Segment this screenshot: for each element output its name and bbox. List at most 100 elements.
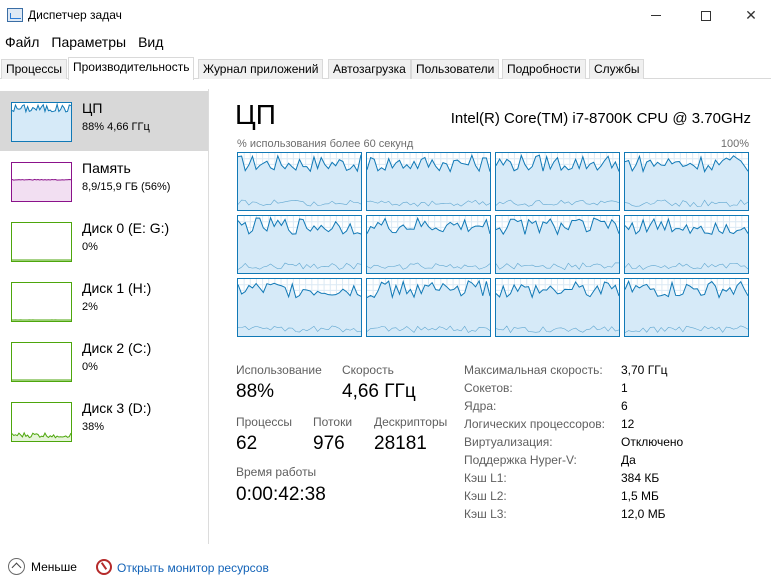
- usage-area: [12, 104, 71, 141]
- thumbnail-trace: [12, 103, 71, 141]
- menu-options[interactable]: Параметры: [46, 31, 133, 55]
- sidebar-item-value: 0%: [82, 361, 98, 373]
- thumbnail-trace: [12, 259, 71, 261]
- info-key-l1-cache: Кэш L1:: [464, 471, 507, 485]
- info-key-hyper-v: Поддержка Hyper-V:: [464, 453, 577, 467]
- info-key-l2-cache: Кэш L2:: [464, 489, 507, 503]
- close-button[interactable]: ✕: [728, 0, 771, 31]
- logical-processor-graph: [237, 152, 362, 211]
- cpu-usage-trace: [496, 279, 619, 336]
- info-key-virtualization: Виртуализация:: [464, 435, 553, 449]
- cpu-model-name: Intel(R) Core(TM) i7-8700K CPU @ 3.70GHz: [450, 110, 751, 127]
- info-value-virtualization: Отключено: [621, 435, 684, 449]
- sidebar-item-cpu[interactable]: ЦП 88% 4,66 ГГц: [0, 91, 208, 151]
- thumbnail-trace: [12, 379, 71, 381]
- sidebar-item-value: 38%: [82, 421, 105, 433]
- minimize-button[interactable]: [633, 0, 679, 31]
- cpu-usage-trace: [238, 279, 361, 336]
- disk-thumbnail-graph: [11, 342, 72, 382]
- handles-value: 28181: [374, 433, 427, 454]
- sidebar-item-value: 2%: [82, 301, 98, 313]
- memory-thumbnail-graph: [11, 162, 72, 202]
- cpu-usage-trace: [496, 216, 619, 273]
- resource-sidebar: ЦП 88% 4,66 ГГц Память 8,9/15,9 ГБ (56%)…: [0, 89, 209, 544]
- cpu-usage-trace: [367, 279, 490, 336]
- tab-users[interactable]: Пользователи: [411, 59, 500, 79]
- maximize-button[interactable]: [683, 0, 729, 31]
- usage-label: Использование: [236, 363, 322, 377]
- cpu-usage-trace: [625, 279, 748, 336]
- info-key-l3-cache: Кэш L3:: [464, 507, 507, 521]
- uptime-label: Время работы: [236, 465, 317, 479]
- sidebar-item-label: Память: [82, 160, 131, 176]
- uptime-value: 0:00:42:38: [236, 484, 326, 505]
- sidebar-item-label: Диск 0 (E: G:): [82, 220, 170, 236]
- open-resource-monitor-link[interactable]: Открыть монитор ресурсов: [117, 561, 269, 575]
- sidebar-item-disk-1[interactable]: Диск 1 (H:) 2%: [0, 271, 208, 331]
- thumbnail-trace: [12, 431, 71, 441]
- usage-area: [12, 179, 71, 201]
- logical-processor-graph: [495, 152, 620, 211]
- tab-services[interactable]: Службы: [589, 59, 645, 79]
- sidebar-item-value: 88% 4,66 ГГц: [82, 121, 150, 133]
- close-icon: ✕: [745, 7, 757, 23]
- cpu-usage-trace: [238, 153, 361, 210]
- threads-label: Потоки: [313, 415, 353, 429]
- footer: Меньше Открыть монитор ресурсов: [0, 552, 771, 584]
- processes-label: Процессы: [236, 415, 293, 429]
- info-value-logical-processors: 12: [621, 417, 635, 431]
- menu-view[interactable]: Вид: [133, 31, 170, 55]
- disk-thumbnail-graph: [11, 402, 72, 442]
- sidebar-item-label: Диск 3 (D:): [82, 400, 152, 416]
- menu-bar: Файл Параметры Вид: [0, 31, 771, 55]
- cpu-usage-trace: [625, 216, 748, 273]
- usage-line: [12, 178, 71, 181]
- minimize-icon: [651, 15, 661, 16]
- logical-processor-graph: [366, 215, 491, 274]
- speed-label: Скорость: [342, 363, 394, 377]
- info-value-l2-cache: 1,5 МБ: [621, 489, 659, 503]
- chevron-up-icon[interactable]: [8, 558, 25, 575]
- graph-caption: % использования более 60 секунд: [237, 138, 414, 150]
- logical-processor-graphs[interactable]: [237, 152, 749, 338]
- logical-processor-graph: [495, 278, 620, 337]
- fewer-details-button[interactable]: Меньше: [31, 560, 77, 574]
- tab-processes[interactable]: Процессы: [1, 59, 68, 79]
- info-value-hyper-v: Да: [621, 453, 636, 467]
- logical-processor-graph: [624, 278, 749, 337]
- sidebar-item-value: 0%: [82, 241, 98, 253]
- task-manager-icon: [7, 8, 23, 22]
- cpu-usage-trace: [367, 216, 490, 273]
- threads-value: 976: [313, 433, 345, 454]
- sidebar-item-label: Диск 2 (C:): [82, 340, 152, 356]
- sidebar-item-label: ЦП: [82, 100, 103, 116]
- logical-processor-graph: [237, 215, 362, 274]
- logical-processor-graph: [495, 215, 620, 274]
- logical-processor-graph: [366, 278, 491, 337]
- info-key-logical-processors: Логических процессоров:: [464, 417, 605, 431]
- thumbnail-trace: [12, 319, 71, 321]
- speed-value: 4,66 ГГц: [342, 381, 416, 402]
- logical-processor-graph: [366, 152, 491, 211]
- sidebar-item-disk-0[interactable]: Диск 0 (E: G:) 0%: [0, 211, 208, 271]
- logical-processor-graph: [624, 215, 749, 274]
- tab-details[interactable]: Подробности: [502, 59, 586, 79]
- tab-startup[interactable]: Автозагрузка: [328, 59, 411, 79]
- info-key-sockets: Сокетов:: [464, 381, 513, 395]
- title-bar[interactable]: Диспетчер задач ✕: [0, 0, 771, 31]
- sidebar-item-memory[interactable]: Память 8,9/15,9 ГБ (56%): [0, 151, 208, 211]
- page-title: ЦП: [235, 99, 276, 130]
- window-title: Диспетчер задач: [28, 8, 122, 22]
- tab-app-history[interactable]: Журнал приложений: [198, 59, 324, 79]
- cpu-usage-trace: [625, 153, 748, 210]
- cpu-thumbnail-graph: [11, 102, 72, 142]
- resource-monitor-icon[interactable]: [96, 559, 112, 575]
- sidebar-item-disk-3[interactable]: Диск 3 (D:) 38%: [0, 391, 208, 451]
- info-key-cores: Ядра:: [464, 399, 497, 413]
- thumbnail-trace: [12, 178, 71, 201]
- tab-performance[interactable]: Производительность: [68, 57, 195, 80]
- menu-file[interactable]: Файл: [0, 31, 46, 55]
- info-value-cores: 6: [621, 399, 628, 413]
- sidebar-item-disk-2[interactable]: Диск 2 (C:) 0%: [0, 331, 208, 391]
- sidebar-item-value: 8,9/15,9 ГБ (56%): [82, 181, 171, 193]
